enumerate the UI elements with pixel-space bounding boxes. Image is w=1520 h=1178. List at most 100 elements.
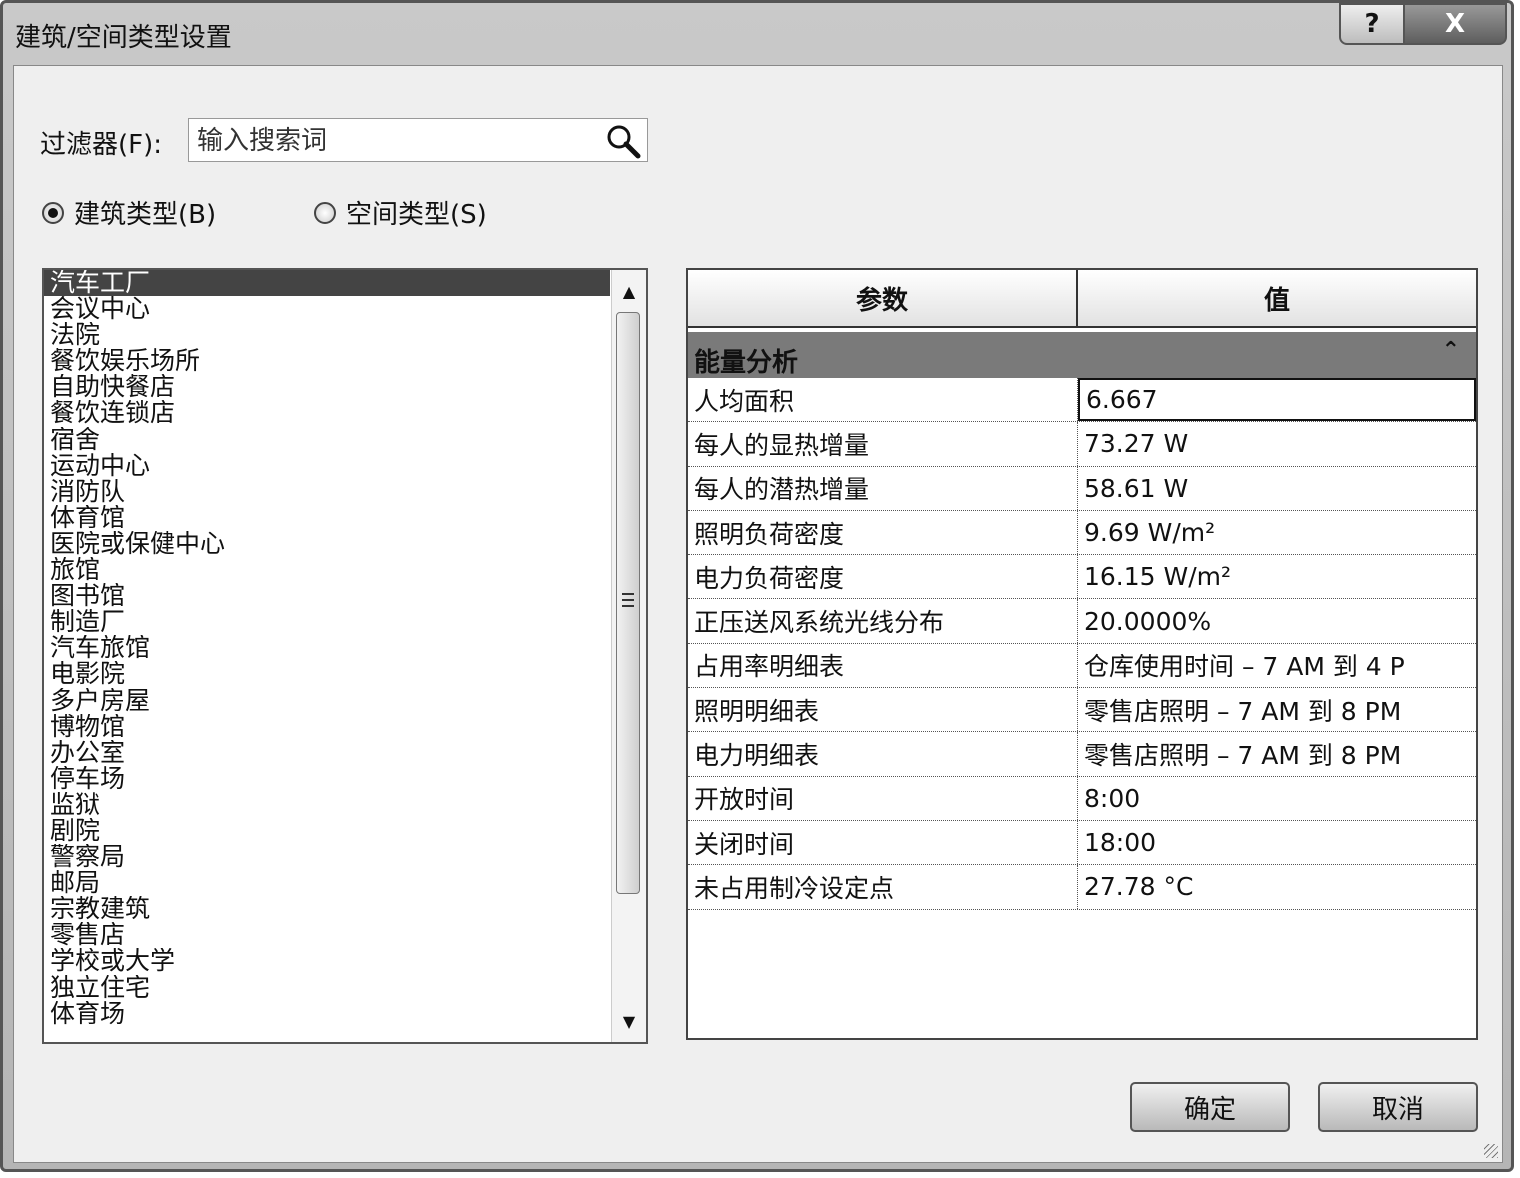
value-cell[interactable]: 18:00 xyxy=(1078,821,1476,864)
list-item[interactable]: 博物馆 xyxy=(44,714,610,740)
list-item[interactable]: 医院或保健中心 xyxy=(44,531,610,557)
filter-search-input[interactable] xyxy=(195,123,599,159)
radio-space-type[interactable]: 空间类型(S) xyxy=(314,194,487,231)
header-param[interactable]: 参数 xyxy=(688,270,1078,326)
list-item[interactable]: 图书馆 xyxy=(44,583,610,609)
list-item[interactable]: 体育场 xyxy=(44,1001,610,1027)
value-cell[interactable]: 20.0000% xyxy=(1078,599,1476,642)
filter-box[interactable] xyxy=(188,118,648,162)
list-item[interactable]: 体育馆 xyxy=(44,505,610,531)
grid-row[interactable]: 电力负荷密度 16.15 W/m² xyxy=(688,555,1476,600)
group-row-energy-analysis[interactable]: 能量分析 ⌃ xyxy=(688,332,1476,378)
list-item[interactable]: 法院 xyxy=(44,322,610,348)
radio-building-type[interactable]: 建筑类型(B) xyxy=(42,194,216,231)
dialog-client-area: 过滤器(F): 建筑类型(B) 空间类型(S) 汽车工厂会议中心法院餐饮娱乐场所… xyxy=(13,65,1503,1163)
listbox-scrollbar[interactable]: ▲ ▼ xyxy=(611,270,646,1042)
list-item[interactable]: 自助快餐店 xyxy=(44,374,610,400)
list-item[interactable]: 停车场 xyxy=(44,766,610,792)
grid-row[interactable]: 正压送风系统光线分布 20.0000% xyxy=(688,599,1476,644)
group-label: 能量分析 xyxy=(694,348,799,378)
grip-icon xyxy=(622,593,634,607)
radio-space-indicator[interactable] xyxy=(314,201,336,224)
value-cell[interactable]: 58.61 W xyxy=(1078,467,1476,510)
double-chevron-up-icon[interactable]: ⌃ xyxy=(1442,338,1460,363)
close-button[interactable]: X xyxy=(1403,3,1507,45)
param-cell: 未占用制冷设定点 xyxy=(688,865,1078,909)
list-item[interactable]: 剧院 xyxy=(44,818,610,844)
grid-row[interactable]: 未占用制冷设定点 27.78 °C xyxy=(688,865,1476,910)
grid-row[interactable]: 每人的显热增量 73.27 W xyxy=(688,422,1476,467)
resize-grip-icon[interactable] xyxy=(1484,1144,1498,1158)
value-cell[interactable]: 16.15 W/m² xyxy=(1078,555,1476,598)
list-item[interactable]: 独立住宅 xyxy=(44,975,610,1001)
list-item[interactable]: 餐饮连锁店 xyxy=(44,400,610,426)
param-cell: 开放时间 xyxy=(688,776,1078,820)
list-item[interactable]: 办公室 xyxy=(44,740,610,766)
list-item[interactable]: 汽车工厂 xyxy=(44,270,610,297)
grid-row[interactable]: 每人的潜热增量 58.61 W xyxy=(688,466,1476,511)
grid-row[interactable]: 电力明细表 零售店照明 – 7 AM 到 8 PM xyxy=(688,732,1476,777)
list-item[interactable]: 多户房屋 xyxy=(44,688,610,714)
scroll-down-arrow-icon[interactable]: ▼ xyxy=(612,1004,646,1038)
list-item[interactable]: 邮局 xyxy=(44,870,610,896)
building-type-listbox[interactable]: 汽车工厂 会议中心 法院 餐饮娱乐场所 自助快餐店 餐饮连锁店 宿舍 运动中心 消防队 体育馆 医院… xyxy=(42,268,648,1044)
param-cell: 关闭时间 xyxy=(688,820,1078,865)
dialog-window: 建筑/空间类型设置 ? X 过滤器(F): 建筑类型(B) 空间类型(S) 汽车… xyxy=(0,0,1514,1172)
value-cell[interactable]: 73.27 W xyxy=(1078,422,1476,465)
radio-building-indicator[interactable] xyxy=(42,201,64,224)
cancel-button[interactable]: 取消 xyxy=(1318,1082,1478,1132)
value-cell[interactable]: 零售店照明 – 7 AM 到 8 PM xyxy=(1078,688,1476,731)
param-cell: 每人的显热增量 xyxy=(688,422,1078,466)
list-item[interactable]: 监狱 xyxy=(44,792,610,818)
scroll-up-arrow-icon[interactable]: ▲ xyxy=(612,274,646,308)
param-cell: 占用率明细表 xyxy=(688,643,1078,688)
building-type-list: 汽车工厂 会议中心 法院 餐饮娱乐场所 自助快餐店 餐饮连锁店 宿舍 运动中心 消防队 体育馆 医院… xyxy=(44,270,610,1027)
list-item[interactable]: 电影院 xyxy=(44,661,610,687)
value-cell[interactable]: 8:00 xyxy=(1078,777,1476,820)
list-item[interactable]: 运动中心 xyxy=(44,453,610,479)
param-cell: 人均面积 xyxy=(688,378,1078,422)
param-cell: 每人的潜热增量 xyxy=(688,466,1078,510)
list-item[interactable]: 消防队 xyxy=(44,479,610,505)
list-item[interactable]: 旅馆 xyxy=(44,557,610,583)
grid-rows: 人均面积 6.667 每人的显热增量 73.27 W 每人的潜热增量 58.61 W 照明负… xyxy=(688,378,1476,910)
title-bar[interactable]: 建筑/空间类型设置 ? X xyxy=(3,3,1511,65)
radio-space-label: 空间类型(S) xyxy=(346,200,487,230)
value-cell[interactable]: 27.78 °C xyxy=(1078,865,1476,908)
list-item[interactable]: 餐饮娱乐场所 xyxy=(44,348,610,374)
radio-building-label: 建筑类型(B) xyxy=(74,200,217,230)
param-cell: 电力负荷密度 xyxy=(688,555,1078,599)
value-cell[interactable]: 6.667 xyxy=(1078,378,1476,422)
grid-row[interactable]: 照明明细表 零售店照明 – 7 AM 到 8 PM xyxy=(688,688,1476,733)
grid-row[interactable]: 人均面积 6.667 xyxy=(688,378,1476,423)
param-cell: 照明负荷密度 xyxy=(688,510,1078,555)
list-item[interactable]: 制造厂 xyxy=(44,609,610,635)
list-item[interactable]: 学校或大学 xyxy=(44,948,610,974)
window-title: 建筑/空间类型设置 xyxy=(15,23,232,53)
scrollbar-thumb[interactable] xyxy=(616,312,640,894)
help-icon: ? xyxy=(1364,9,1380,39)
grid-row[interactable]: 关闭时间 18:00 xyxy=(688,820,1476,866)
header-value[interactable]: 值 xyxy=(1078,270,1476,326)
grid-row[interactable]: 占用率明细表 仓库使用时间 – 7 AM 到 4 P xyxy=(688,643,1476,689)
list-item[interactable]: 会议中心 xyxy=(44,296,610,322)
close-icon: X xyxy=(1444,9,1466,39)
list-item[interactable]: 宿舍 xyxy=(44,427,610,453)
list-item[interactable]: 宗教建筑 xyxy=(44,896,610,922)
search-icon[interactable] xyxy=(605,123,641,159)
value-cell[interactable]: 仓库使用时间 – 7 AM 到 4 P xyxy=(1078,644,1476,687)
value-cell[interactable]: 零售店照明 – 7 AM 到 8 PM xyxy=(1078,732,1476,775)
list-item[interactable]: 零售店 xyxy=(44,922,610,948)
list-item[interactable]: 汽车旅馆 xyxy=(44,635,610,661)
param-cell: 电力明细表 xyxy=(688,732,1078,776)
grid-row[interactable]: 照明负荷密度 9.69 W/m² xyxy=(688,510,1476,556)
filter-label: 过滤器(F): xyxy=(40,130,163,160)
list-item[interactable]: 警察局 xyxy=(44,844,610,870)
param-cell: 正压送风系统光线分布 xyxy=(688,599,1078,643)
ok-button[interactable]: 确定 xyxy=(1130,1082,1290,1132)
grid-row[interactable]: 开放时间 8:00 xyxy=(688,776,1476,821)
help-button[interactable]: ? xyxy=(1339,3,1405,45)
parameter-grid: 参数 值 能量分析 ⌃ 人均面积 6.667 每人的显热增量 73.27 W 每人的潜热… xyxy=(686,268,1478,1040)
param-cell: 照明明细表 xyxy=(688,688,1078,732)
value-cell[interactable]: 9.69 W/m² xyxy=(1078,511,1476,554)
